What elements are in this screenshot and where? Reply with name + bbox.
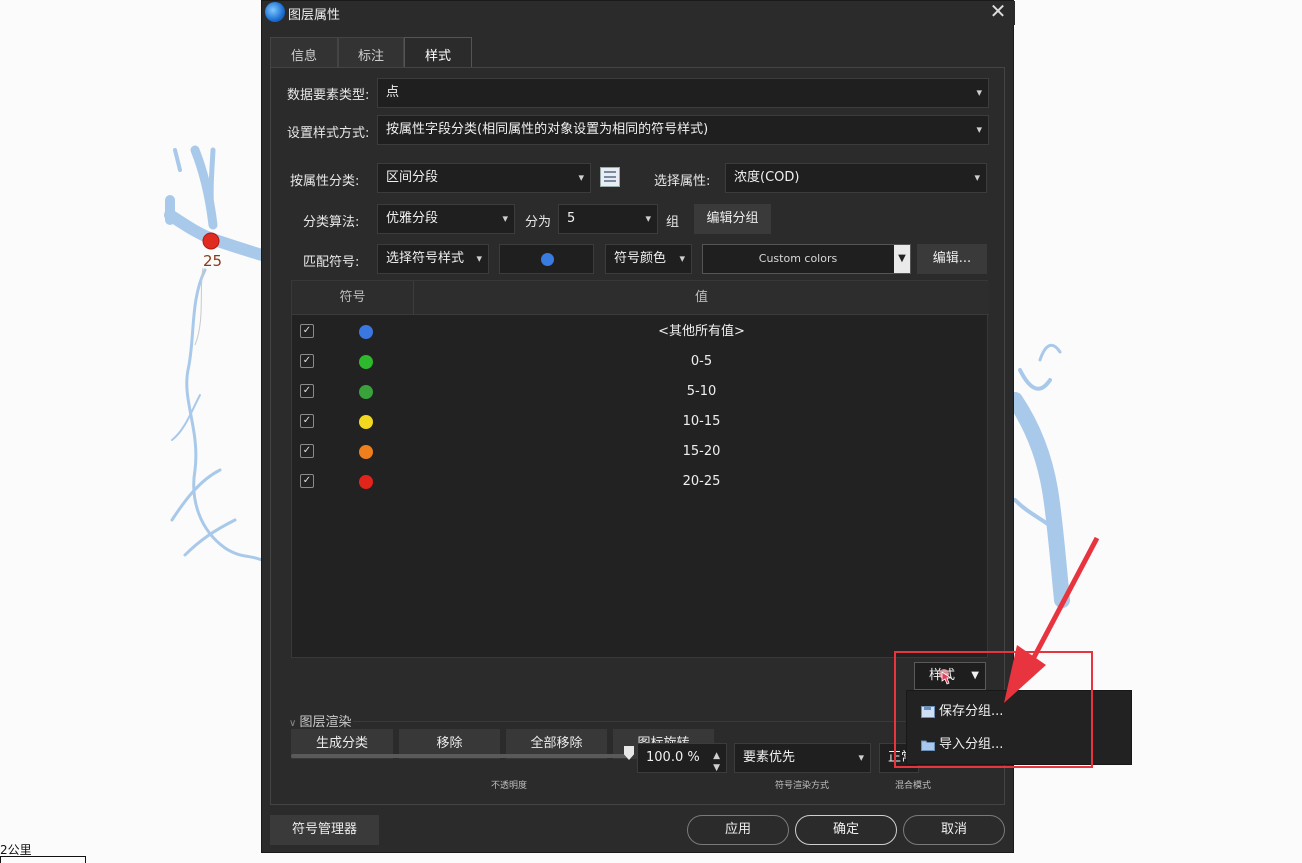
screen: 25 2公里 图层属性 ✕ 信息 标注 样式 数据要素类型: 点 ▾ 设置样式方… — [0, 0, 1302, 863]
annotation-arrow-icon — [1004, 536, 1100, 703]
